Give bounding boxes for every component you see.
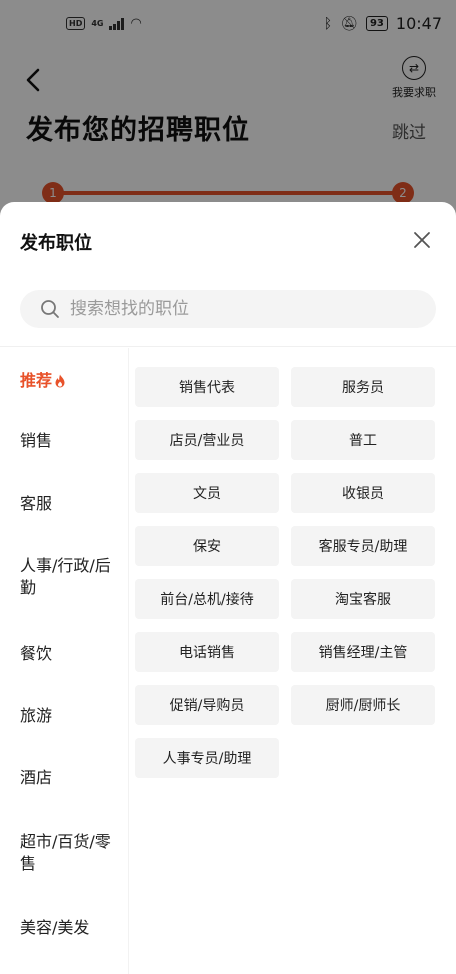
- category-hotel[interactable]: 酒店: [20, 767, 120, 789]
- position-chip[interactable]: 店员/营业员: [135, 420, 279, 460]
- category-travel[interactable]: 旅游: [20, 705, 120, 727]
- position-chip[interactable]: 淘宝客服: [291, 579, 435, 619]
- category-label: 推荐: [20, 371, 53, 390]
- close-icon[interactable]: [410, 228, 434, 252]
- position-chip[interactable]: 前台/总机/接待: [135, 579, 279, 619]
- category-catering[interactable]: 餐饮: [20, 643, 120, 665]
- position-chip[interactable]: 文员: [135, 473, 279, 513]
- search-bar[interactable]: [20, 290, 436, 328]
- position-chip[interactable]: 收银员: [291, 473, 435, 513]
- position-chip[interactable]: 保安: [135, 526, 279, 566]
- category-hr-admin[interactable]: 人事/行政/后勤: [20, 555, 118, 599]
- position-chip[interactable]: 服务员: [291, 367, 435, 407]
- category-recommend[interactable]: 推荐: [20, 370, 120, 392]
- position-sheet: 发布职位 推荐 销售 客服 人事/行政/后勤 餐饮 旅游 酒店 超市/百货/零售…: [0, 202, 456, 974]
- divider: [0, 346, 456, 347]
- position-chip[interactable]: 厨师/厨师长: [291, 685, 435, 725]
- category-customer-service[interactable]: 客服: [20, 493, 120, 515]
- category-retail[interactable]: 超市/百货/零售: [20, 831, 118, 875]
- position-chip[interactable]: 销售代表: [135, 367, 279, 407]
- category-beauty[interactable]: 美容/美发: [20, 917, 120, 939]
- position-chip[interactable]: 销售经理/主管: [291, 632, 435, 672]
- fire-icon: [55, 374, 65, 388]
- position-chip[interactable]: 客服专员/助理: [291, 526, 435, 566]
- position-chip[interactable]: 促销/导购员: [135, 685, 279, 725]
- search-icon: [41, 300, 59, 318]
- position-chip[interactable]: 人事专员/助理: [135, 738, 279, 778]
- search-input[interactable]: [68, 298, 412, 320]
- position-chip[interactable]: 普工: [291, 420, 435, 460]
- category-list: 推荐 销售 客服 人事/行政/后勤 餐饮 旅游 酒店 超市/百货/零售 美容/美…: [0, 348, 129, 974]
- position-chip[interactable]: 电话销售: [135, 632, 279, 672]
- sheet-title: 发布职位: [20, 233, 92, 254]
- category-sales[interactable]: 销售: [20, 430, 120, 452]
